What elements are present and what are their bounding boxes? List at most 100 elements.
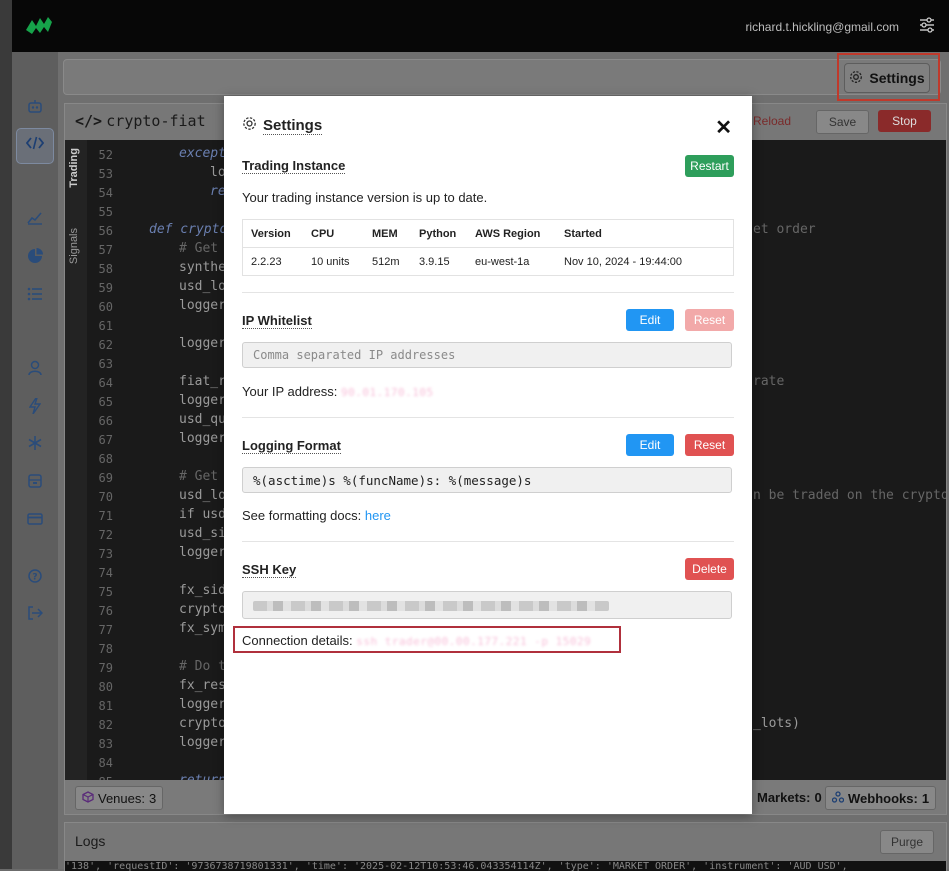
asterisk-icon[interactable]: [24, 432, 46, 454]
line-number: 71: [98, 509, 113, 523]
line-number: 72: [98, 528, 113, 542]
help-icon[interactable]: ?: [24, 565, 46, 587]
modal-title: Settings: [263, 116, 323, 135]
lightning-icon[interactable]: [24, 395, 46, 417]
webhooks-pill[interactable]: Webhooks: 1: [825, 786, 937, 810]
reload-button[interactable]: Reload: [751, 110, 793, 132]
line-number: 57: [98, 243, 113, 257]
line-number: 68: [98, 452, 113, 466]
code-line: et order: [753, 222, 816, 237]
markets-label: Markets:: [757, 789, 811, 805]
code-line: n be traded on the crypto: [753, 488, 946, 503]
tab-signals[interactable]: Signals: [68, 228, 80, 264]
logout-icon[interactable]: [24, 602, 46, 624]
line-number: 63: [98, 357, 113, 371]
webhooks-label: Webhooks:: [848, 790, 918, 806]
archive-icon[interactable]: [24, 470, 46, 492]
sliders-icon[interactable]: [919, 17, 935, 36]
markets-count: 0: [814, 789, 822, 805]
table-header: AWS Region: [475, 228, 541, 240]
toolbar-row: [63, 59, 941, 95]
code-line: logger: [179, 431, 226, 446]
venues-pill[interactable]: Venues: 3: [75, 786, 164, 810]
code-line: if usd: [179, 507, 226, 522]
venues-count: 3: [149, 790, 157, 806]
ip-whitelist-title: IP Whitelist: [242, 313, 312, 329]
code-line: fx_sid: [179, 583, 226, 598]
table-cell: 512m: [372, 256, 400, 268]
ssh-key-field[interactable]: [242, 591, 732, 619]
list-icon[interactable]: [24, 283, 46, 305]
line-number: 80: [98, 680, 113, 694]
formatting-docs-label: See formatting docs:: [242, 508, 362, 523]
code-line: usd_qu: [179, 412, 226, 427]
logging-format-title: Logging Format: [242, 438, 341, 454]
modal-header: Settings: [242, 116, 323, 135]
ip-reset-button[interactable]: Reset: [685, 309, 734, 331]
line-number: 82: [98, 718, 113, 732]
app-logo[interactable]: [26, 16, 52, 37]
section-divider: [242, 292, 734, 293]
restart-button[interactable]: Restart: [685, 155, 734, 177]
code-icon[interactable]: [24, 132, 46, 154]
webhook-icon: [831, 790, 845, 806]
close-icon[interactable]: ✕: [715, 118, 732, 138]
code-line: rate: [753, 374, 785, 389]
formatting-docs-row: See formatting docs: here: [242, 508, 391, 523]
line-number: 77: [98, 623, 113, 637]
ip-whitelist-input[interactable]: Comma separated IP addresses: [242, 342, 732, 368]
table-cell: Nov 10, 2024 - 19:44:00: [564, 256, 683, 268]
connection-details-highlight: [233, 626, 621, 653]
table-cell: 2.2.23: [251, 256, 282, 268]
ssh-delete-button[interactable]: Delete: [685, 558, 734, 580]
logging-reset-button[interactable]: Reset: [685, 434, 734, 456]
your-ip-row: Your IP address: 90.01.170.105: [242, 384, 434, 399]
code-line: _lots): [753, 716, 800, 731]
robot-icon[interactable]: [24, 95, 46, 117]
save-button[interactable]: Save: [816, 110, 869, 134]
line-number: 61: [98, 319, 113, 333]
logs-card: Logs Purge '138', 'requestID': '97367387…: [64, 822, 947, 871]
pie-chart-icon[interactable]: [24, 245, 46, 267]
editor-side-tabs: Trading Signals: [65, 140, 87, 780]
table-divider: [243, 247, 733, 248]
user-email[interactable]: richard.t.hickling@gmail.com: [745, 20, 899, 34]
code-line: logger: [179, 697, 226, 712]
code-line: return: [179, 773, 226, 780]
line-number: 79: [98, 661, 113, 675]
code-line: crypto: [179, 602, 226, 617]
user-icon[interactable]: [24, 357, 46, 379]
code-line: usd_si: [179, 526, 226, 541]
table-header: Python: [419, 228, 457, 240]
line-number: 59: [98, 281, 113, 295]
section-divider: [242, 541, 734, 542]
code-line: logger: [179, 735, 226, 750]
line-number: 73: [98, 547, 113, 561]
stop-button[interactable]: Stop: [878, 110, 931, 132]
tab-trading[interactable]: Trading: [68, 148, 80, 188]
table-cell: 3.9.15: [419, 256, 450, 268]
ip-edit-button[interactable]: Edit: [626, 309, 674, 331]
chart-icon[interactable]: [24, 207, 46, 229]
your-ip-value: 90.01.170.105: [341, 386, 434, 399]
instance-info-table: Version CPU MEM Python AWS Region Starte…: [242, 219, 734, 276]
line-number: 76: [98, 604, 113, 618]
logging-format-field[interactable]: %(asctime)s %(funcName)s: %(message)s: [242, 467, 732, 493]
line-number: 55: [98, 205, 113, 219]
code-line: # Do t: [179, 659, 226, 674]
line-number: 75: [98, 585, 113, 599]
code-line: logger: [179, 393, 226, 408]
your-ip-label: Your IP address:: [242, 384, 338, 399]
credit-card-icon[interactable]: [24, 508, 46, 530]
instance-status: Your trading instance version is up to d…: [242, 190, 488, 205]
code-line: crypto: [179, 716, 226, 731]
markets-pill[interactable]: Markets: 0: [751, 786, 828, 808]
table-header: MEM: [372, 228, 398, 240]
formatting-docs-link[interactable]: here: [365, 508, 391, 523]
table-header: Started: [564, 228, 602, 240]
line-number: 56: [98, 224, 113, 238]
cube-icon: [82, 790, 94, 806]
line-number: 66: [98, 414, 113, 428]
logging-edit-button[interactable]: Edit: [626, 434, 674, 456]
purge-button[interactable]: Purge: [880, 830, 934, 854]
